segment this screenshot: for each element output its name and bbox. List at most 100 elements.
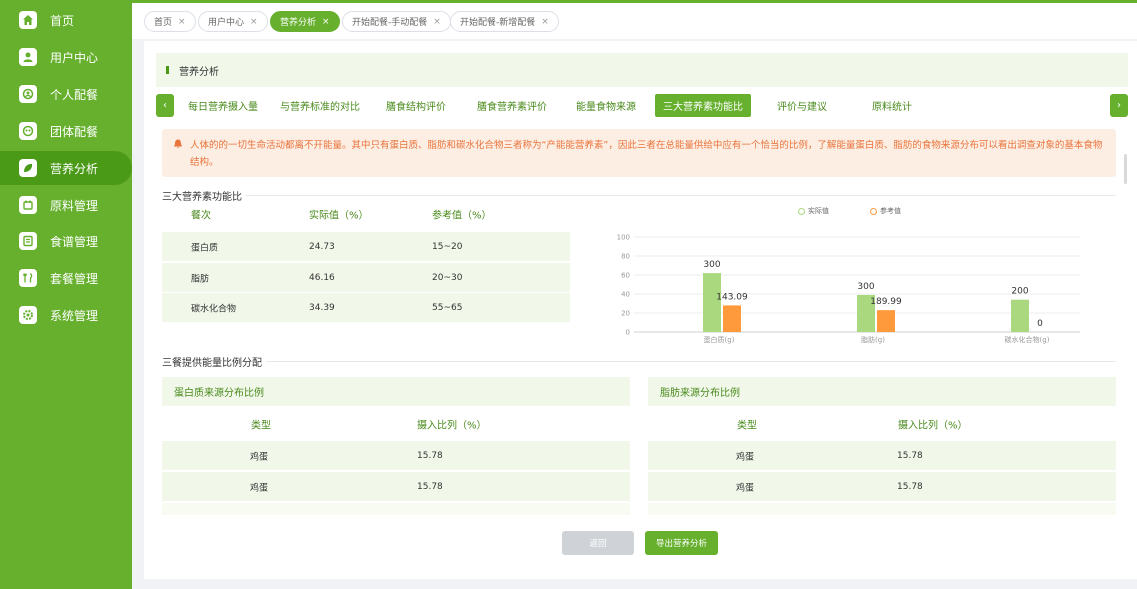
data-label: 0 — [1037, 319, 1043, 329]
tab-label: 用户中心 — [208, 18, 245, 28]
fat-table-header: 类型 摄入比列（%） — [648, 410, 1116, 438]
col-reference: 参考值（%） — [432, 210, 492, 222]
x-tick-label: 蛋白质(g) — [704, 335, 735, 344]
close-icon[interactable]: × — [541, 17, 549, 27]
subtab-nutrient-evaluation[interactable]: 膳食营养素评价 — [466, 94, 558, 117]
analysis-subnav: ‹ 每日营养摄入量 与营养标准的对比 膳食结构评价 膳食营养素评价 能量食物来源… — [156, 94, 1128, 118]
tab-manual-meal[interactable]: 开始配餐-手动配餐 × — [342, 11, 451, 32]
sidebar-item-label: 首页 — [50, 13, 75, 28]
table-row: 蛋白质 24.73 15~20 — [162, 232, 570, 261]
row-ratio: 15.78 — [417, 450, 443, 461]
close-icon[interactable]: × — [250, 17, 258, 27]
subtab-ingredient-stats[interactable]: 原料统计 — [850, 94, 934, 117]
data-label: 189.99 — [870, 297, 902, 307]
sidebar-item-label: 个人配餐 — [50, 87, 99, 102]
page-title-bar: 营养分析 — [156, 53, 1128, 87]
tab-label: 开始配餐-手动配餐 — [352, 18, 428, 28]
subtab-standard-compare[interactable]: 与营养标准的对比 — [274, 94, 366, 117]
recipe-icon — [19, 232, 37, 250]
col-actual: 实际值（%） — [309, 210, 369, 222]
sidebar-item-system[interactable]: 系统管理 — [0, 298, 132, 332]
tab-label: 首页 — [154, 18, 173, 28]
row-type: 鸡蛋 — [250, 452, 269, 462]
chevron-left-icon: ‹ — [163, 100, 167, 111]
data-label: 143.09 — [716, 292, 748, 302]
protein-table-header: 类型 摄入比列（%） — [162, 410, 630, 438]
y-tick-label: 80 — [621, 253, 630, 261]
row-type: 鸡蛋 — [250, 483, 269, 493]
subtab-daily-intake[interactable]: 每日营养摄入量 — [178, 94, 268, 117]
x-tick-label: 脂肪(g) — [861, 335, 885, 344]
home-icon — [19, 11, 37, 29]
data-label: 300 — [857, 282, 874, 292]
table-row: 鸡蛋 15.78 — [162, 441, 630, 470]
bar-actual — [1011, 299, 1029, 332]
bar-reference — [877, 310, 895, 332]
energy-section-title: 三餐提供能量比例分配 — [162, 358, 262, 369]
row-type: 鸡蛋 — [736, 452, 755, 462]
export-analysis-button[interactable]: 导出营养分析 — [645, 531, 718, 555]
col-intake-ratio: 摄入比列（%） — [898, 420, 968, 432]
sidebar: 首页 用户中心 个人配餐 团体配餐 营养分析 原料管理 食谱管理 套餐管理 系统… — [0, 0, 132, 589]
table-row: 鸡蛋 15.78 — [162, 472, 630, 501]
tab-user-center[interactable]: 用户中心 × — [198, 11, 268, 32]
page-title: 营养分析 — [179, 66, 219, 78]
y-tick-label: 20 — [621, 310, 630, 318]
macronutrient-bar-chart: 实际值 参考值 0 20 40 60 80 100 蛋白质(g) 300 143.09 脂肪(g)… — [614, 201, 1084, 351]
data-label: 200 — [1011, 287, 1028, 297]
sidebar-item-home[interactable]: 首页 — [0, 3, 132, 37]
subtab-diet-structure[interactable]: 膳食结构评价 — [374, 94, 458, 117]
table-row: 碳水化合物 34.39 55~65 — [162, 293, 570, 322]
data-label: 300 — [703, 260, 720, 270]
y-tick-label: 0 — [626, 329, 630, 337]
back-button[interactable]: 返回 — [562, 531, 634, 555]
title-marker — [166, 66, 169, 74]
package-icon — [19, 269, 37, 287]
fat-panel-title: 脂肪来源分布比例 — [648, 377, 1116, 406]
row-actual: 34.39 — [309, 302, 335, 313]
ratio-table-header: 餐次 实际值（%） 参考值（%） — [162, 201, 570, 227]
sidebar-item-recipe[interactable]: 食谱管理 — [0, 224, 132, 258]
nutrition-icon — [19, 159, 37, 177]
sidebar-item-user-center[interactable]: 用户中心 — [0, 40, 132, 74]
y-tick-label: 60 — [621, 272, 630, 280]
protein-panel-title: 蛋白质来源分布比例 — [162, 377, 630, 406]
sidebar-item-nutrition-analysis[interactable]: 营养分析 — [0, 151, 132, 185]
sidebar-item-label: 团体配餐 — [50, 124, 99, 139]
sidebar-item-package[interactable]: 套餐管理 — [0, 261, 132, 295]
tab-label: 开始配餐-新增配餐 — [460, 18, 536, 28]
row-ratio: 15.78 — [417, 481, 443, 492]
notice-text: 人体的的一切生命活动都离不开能量。其中只有蛋白质、脂肪和碳水化合物三者称为“产能… — [190, 140, 1103, 168]
subnav-prev-button[interactable]: ‹ — [156, 94, 174, 117]
user-icon — [19, 48, 37, 66]
tab-label: 营养分析 — [280, 18, 317, 28]
col-type: 类型 — [737, 420, 757, 432]
y-tick-label: 40 — [621, 291, 630, 299]
subtab-evaluation-advice[interactable]: 评价与建议 — [760, 94, 844, 117]
sidebar-item-personal-meal[interactable]: 个人配餐 — [0, 77, 132, 111]
row-reference: 55~65 — [432, 302, 463, 313]
scrollbar-thumb[interactable] — [1124, 154, 1127, 184]
sidebar-item-label: 食谱管理 — [50, 234, 99, 249]
tab-new-meal[interactable]: 开始配餐-新增配餐 × — [450, 11, 559, 32]
bar-actual — [703, 273, 721, 332]
tab-nutrition-analysis[interactable]: 营养分析 × — [270, 11, 340, 32]
sidebar-item-group-meal[interactable]: 团体配餐 — [0, 114, 132, 148]
subtab-energy-source[interactable]: 能量食物来源 — [564, 94, 648, 117]
section-divider — [246, 195, 1116, 196]
close-icon[interactable]: × — [178, 17, 186, 27]
sidebar-item-label: 系统管理 — [50, 308, 99, 323]
sidebar-item-ingredient[interactable]: 原料管理 — [0, 188, 132, 222]
row-nutrient: 蛋白质 — [191, 243, 219, 253]
row-ratio: 15.78 — [897, 481, 923, 492]
subtab-macronutrient-ratio[interactable]: 三大营养素功能比 — [655, 94, 751, 117]
table-row-partial — [648, 503, 1116, 515]
sidebar-item-label: 套餐管理 — [50, 271, 99, 286]
tab-home[interactable]: 首页 × — [144, 11, 196, 32]
row-actual: 24.73 — [309, 241, 335, 252]
col-intake-ratio: 摄入比列（%） — [417, 420, 487, 432]
close-icon[interactable]: × — [433, 17, 441, 27]
subnav-next-button[interactable]: › — [1110, 94, 1128, 117]
main-content: 营养分析 ‹ 每日营养摄入量 与营养标准的对比 膳食结构评价 膳食营养素评价 能… — [144, 41, 1137, 579]
close-icon[interactable]: × — [322, 17, 330, 27]
